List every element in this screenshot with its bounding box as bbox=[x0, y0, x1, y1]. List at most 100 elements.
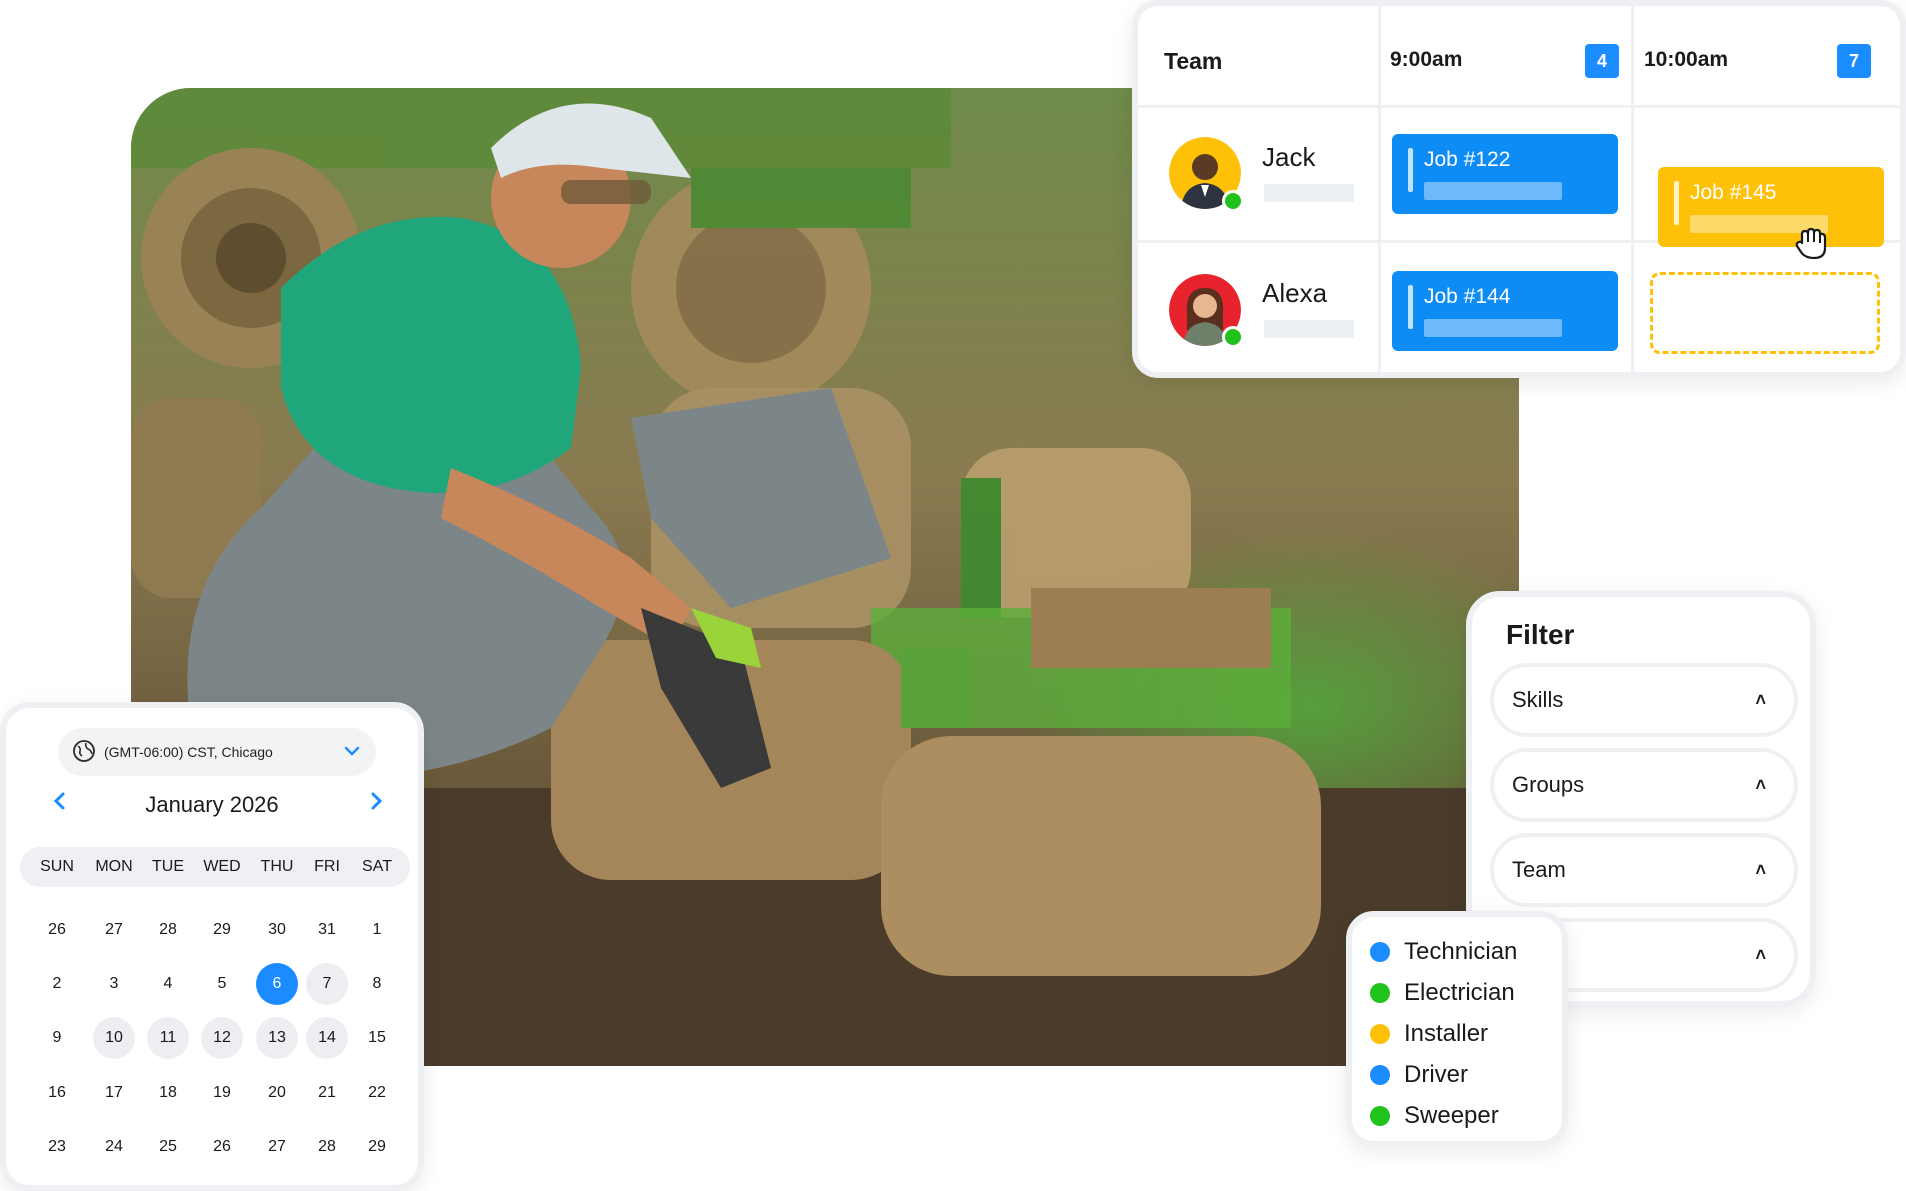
job-detail-placeholder bbox=[1424, 182, 1562, 200]
slot-count-badge-900[interactable]: 4 bbox=[1585, 44, 1619, 78]
member-detail-placeholder bbox=[1264, 184, 1354, 202]
weekday-label: TUE bbox=[152, 858, 184, 875]
skill-label: Installer bbox=[1404, 1019, 1489, 1047]
skill-color-dot bbox=[1370, 1105, 1390, 1126]
calendar-day[interactable]: 27 bbox=[256, 1126, 298, 1168]
calendar-day[interactable]: 26 bbox=[201, 1126, 243, 1168]
calendar-day[interactable]: 5 bbox=[201, 963, 243, 1005]
filter-row-groups[interactable]: Groups ˄ bbox=[1490, 748, 1798, 822]
calendar-day[interactable]: 25 bbox=[147, 1126, 189, 1168]
calendar-day[interactable]: 11 bbox=[147, 1017, 189, 1059]
skill-option-installer[interactable]: Installer bbox=[1370, 1013, 1562, 1054]
member-name-alexa: Alexa bbox=[1262, 278, 1328, 308]
skill-color-dot bbox=[1370, 1023, 1390, 1044]
grid-divider bbox=[1631, 6, 1634, 372]
calendar-day[interactable]: 3 bbox=[93, 963, 135, 1005]
skills-dropdown: Technician Electrician Installer Driver … bbox=[1346, 911, 1568, 1147]
weekday-label: SAT bbox=[362, 858, 392, 875]
calendar-day[interactable]: 7 bbox=[306, 963, 348, 1005]
calendar-day[interactable]: 28 bbox=[306, 1126, 348, 1168]
caret-up-icon: ˄ bbox=[1755, 689, 1766, 710]
calendar-day[interactable]: 22 bbox=[356, 1072, 398, 1114]
member-name-jack: Jack bbox=[1262, 142, 1316, 172]
skill-option-electrician[interactable]: Electrician bbox=[1370, 972, 1562, 1013]
job-title: Job #122 bbox=[1424, 148, 1511, 171]
chevron-down-icon bbox=[342, 741, 362, 764]
timezone-value: (GMT-06:00) CST, Chicago bbox=[104, 744, 273, 760]
calendar-day[interactable]: 16 bbox=[36, 1072, 78, 1114]
filter-row-team[interactable]: Team ˄ bbox=[1490, 833, 1798, 907]
skill-color-dot bbox=[1370, 941, 1390, 962]
calendar-day[interactable]: 12 bbox=[201, 1017, 243, 1059]
chevron-right-icon[interactable] bbox=[366, 788, 386, 821]
job-detail-placeholder bbox=[1424, 319, 1562, 337]
calendar-day[interactable]: 27 bbox=[93, 909, 135, 951]
calendar-day[interactable]: 15 bbox=[356, 1017, 398, 1059]
skill-option-sweeper[interactable]: Sweeper bbox=[1370, 1095, 1562, 1136]
job-drop-zone[interactable] bbox=[1650, 272, 1880, 354]
calendar-day[interactable]: 13 bbox=[256, 1017, 298, 1059]
skill-option-driver[interactable]: Driver bbox=[1370, 1054, 1562, 1095]
weekday-label: SUN bbox=[40, 858, 74, 875]
calendar-day[interactable]: 18 bbox=[147, 1072, 189, 1114]
skill-color-dot bbox=[1370, 1064, 1390, 1085]
calendar-month-label: January 2026 bbox=[145, 792, 279, 817]
calendar-day[interactable]: 26 bbox=[36, 909, 78, 951]
filter-row-label: Skills bbox=[1512, 687, 1564, 712]
timezone-select[interactable]: (GMT-06:00) CST, Chicago bbox=[58, 728, 376, 776]
calendar-day[interactable]: 31 bbox=[306, 909, 348, 951]
skill-label: Driver bbox=[1404, 1060, 1468, 1088]
calendar-day[interactable]: 1 bbox=[356, 909, 398, 951]
skill-label: Electrician bbox=[1404, 978, 1515, 1006]
calendar-day[interactable]: 29 bbox=[356, 1126, 398, 1168]
calendar-day[interactable]: 23 bbox=[36, 1126, 78, 1168]
skill-label: Sweeper bbox=[1404, 1101, 1499, 1129]
job-accent-bar bbox=[1408, 285, 1413, 329]
calendar-day[interactable]: 9 bbox=[36, 1017, 78, 1059]
skill-label: Technician bbox=[1404, 937, 1518, 965]
calendar-day[interactable]: 28 bbox=[147, 909, 189, 951]
calendar-day[interactable]: 14 bbox=[306, 1017, 348, 1059]
slot-time-1000: 10:00am bbox=[1644, 48, 1729, 71]
calendar-day[interactable]: 8 bbox=[356, 963, 398, 1005]
grab-hand-icon bbox=[1792, 222, 1832, 267]
online-status-icon bbox=[1222, 326, 1244, 348]
team-column-header: Team bbox=[1164, 48, 1223, 74]
slot-count-badge-1000[interactable]: 7 bbox=[1837, 44, 1871, 78]
member-detail-placeholder bbox=[1264, 320, 1354, 338]
skill-color-dot bbox=[1370, 982, 1390, 1003]
calendar-day[interactable]: 4 bbox=[147, 963, 189, 1005]
calendar-day[interactable]: 21 bbox=[306, 1072, 348, 1114]
job-accent-bar bbox=[1408, 148, 1413, 192]
calendar-day[interactable]: 2 bbox=[36, 963, 78, 1005]
calendar-day[interactable]: 6 bbox=[256, 963, 298, 1005]
filter-title: Filter bbox=[1506, 619, 1575, 650]
job-card-145-dragging[interactable]: Job #145 bbox=[1658, 167, 1884, 247]
calendar-day[interactable]: 24 bbox=[93, 1126, 135, 1168]
slot-time-900: 9:00am bbox=[1390, 48, 1463, 71]
filter-row-skills[interactable]: Skills ˄ bbox=[1490, 663, 1798, 737]
weekday-label: WED bbox=[203, 858, 241, 875]
skill-option-technician[interactable]: Technician bbox=[1370, 931, 1562, 972]
calendar-day[interactable]: 29 bbox=[201, 909, 243, 951]
grid-divider bbox=[1138, 105, 1900, 108]
job-card-144[interactable]: Job #144 bbox=[1392, 271, 1618, 351]
job-title: Job #144 bbox=[1424, 285, 1511, 308]
calendar-day[interactable]: 17 bbox=[93, 1072, 135, 1114]
calendar-day[interactable]: 30 bbox=[256, 909, 298, 951]
calendar-day[interactable]: 19 bbox=[201, 1072, 243, 1114]
caret-up-icon: ˄ bbox=[1755, 859, 1766, 880]
calendar-day[interactable]: 10 bbox=[93, 1017, 135, 1059]
job-accent-bar bbox=[1674, 181, 1679, 225]
weekday-header: SUN MON TUE WED THU FRI SAT bbox=[20, 847, 410, 887]
job-title: Job #145 bbox=[1690, 181, 1777, 204]
weekday-label: MON bbox=[95, 858, 133, 875]
filter-row-label: Groups bbox=[1512, 772, 1585, 797]
calendar-day[interactable]: 20 bbox=[256, 1072, 298, 1114]
job-card-122[interactable]: Job #122 bbox=[1392, 134, 1618, 214]
grid-divider bbox=[1378, 6, 1381, 372]
online-status-icon bbox=[1222, 190, 1244, 212]
weekday-label: FRI bbox=[314, 858, 340, 875]
globe-icon bbox=[72, 739, 96, 766]
calendar-widget: (GMT-06:00) CST, Chicago January 2026 SU… bbox=[0, 702, 424, 1191]
